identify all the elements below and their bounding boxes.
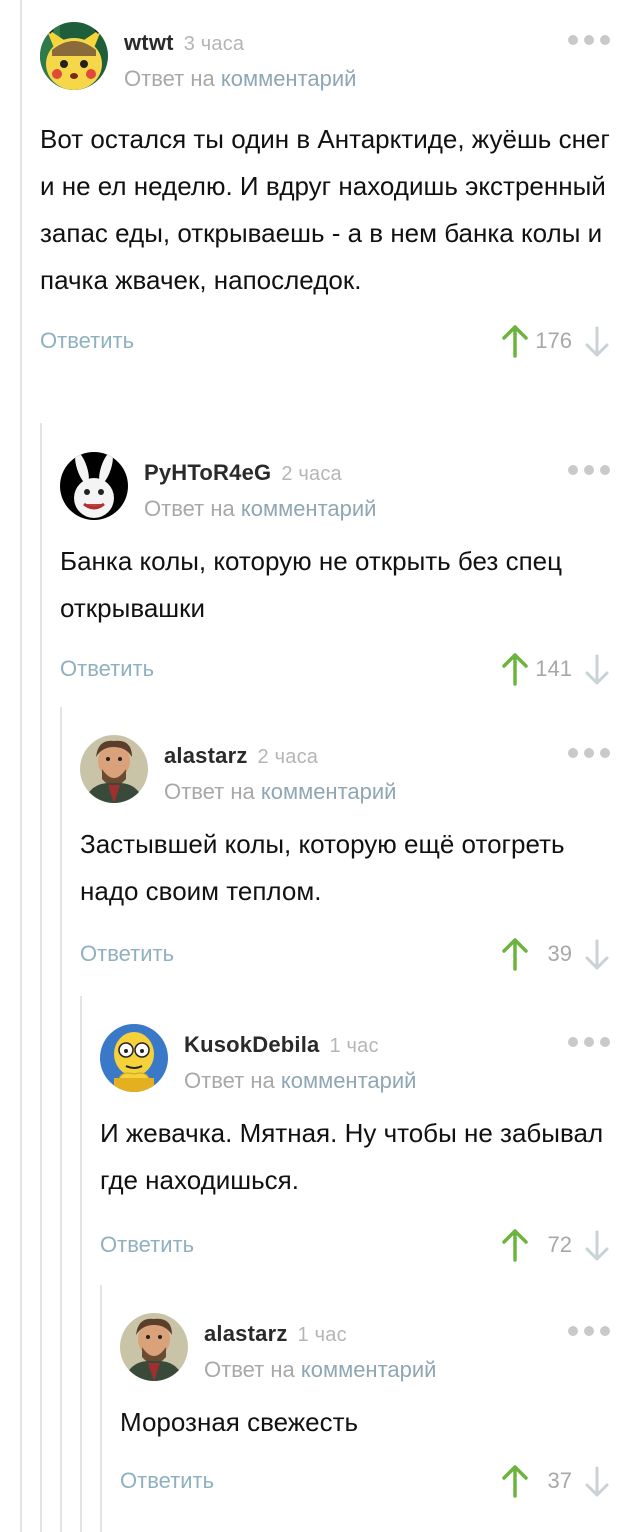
- comment-text: Застывшей колы, которую ещё отогреть над…: [80, 829, 565, 906]
- parent-comment-link[interactable]: комментарий: [221, 66, 357, 91]
- author-name[interactable]: KusokDebila: [184, 1032, 319, 1057]
- thread-line: [80, 996, 82, 1532]
- comment-text: Морозная свежесть: [120, 1407, 359, 1437]
- more-options-icon[interactable]: [568, 1036, 610, 1048]
- rabbid-avatar-icon[interactable]: [60, 452, 128, 520]
- author-name[interactable]: wtwt: [124, 30, 174, 55]
- reply-button[interactable]: Ответить: [60, 656, 154, 682]
- author-name[interactable]: alastarz: [164, 743, 248, 768]
- comment: wtwt 3 часа Ответ на комментарий Вот оста…: [40, 22, 610, 364]
- reply-to: Ответ на комментарий: [164, 779, 397, 804]
- reply-to: Ответ на комментарий: [204, 1357, 437, 1382]
- comment-time: 3 часа: [183, 33, 245, 55]
- parent-comment-link[interactable]: комментарий: [261, 779, 397, 804]
- downvote-arrow-icon[interactable]: [584, 939, 610, 971]
- reply-button[interactable]: Ответить: [100, 1232, 194, 1258]
- portrait-avatar-icon[interactable]: [120, 1313, 188, 1381]
- comment-rating: 72: [547, 1232, 572, 1257]
- comment-rating: 37: [547, 1468, 572, 1493]
- portrait-avatar-icon[interactable]: [80, 735, 148, 803]
- thread-line: [100, 1285, 102, 1532]
- thread-line: [20, 0, 22, 1532]
- parent-comment-link[interactable]: комментарий: [241, 496, 377, 521]
- comment: alastarz 2 часа Ответ на комментарий Заст…: [80, 735, 610, 977]
- thread-line: [40, 423, 42, 1532]
- reply-to: Ответ на комментарий: [124, 66, 357, 91]
- comment-rating: 39: [547, 941, 572, 966]
- comment: PyHToR4eG 2 часа Ответ на комментарий Бан…: [60, 452, 610, 692]
- more-options-icon[interactable]: [568, 747, 610, 759]
- upvote-arrow-icon[interactable]: [500, 1228, 530, 1262]
- more-options-icon[interactable]: [568, 34, 610, 46]
- author-name[interactable]: alastarz: [204, 1321, 288, 1346]
- comment-text: И жевачка. Мятная. Ну чтобы не забывал г…: [100, 1118, 604, 1195]
- reply-button[interactable]: Ответить: [80, 941, 174, 967]
- parent-comment-link[interactable]: комментарий: [281, 1068, 417, 1093]
- downvote-arrow-icon[interactable]: [584, 1230, 610, 1262]
- comment-rating: 176: [535, 328, 572, 353]
- comment-time: 1 час: [297, 1324, 347, 1346]
- upvote-arrow-icon[interactable]: [500, 937, 530, 971]
- reply-to: Ответ на комментарий: [184, 1068, 417, 1093]
- author-name[interactable]: PyHToR4eG: [144, 460, 271, 485]
- reply-button[interactable]: Ответить: [40, 328, 134, 354]
- upvote-arrow-icon[interactable]: [500, 1464, 530, 1498]
- downvote-arrow-icon[interactable]: [584, 326, 610, 358]
- reply-button[interactable]: Ответить: [120, 1468, 214, 1494]
- comment: alastarz 1 час Ответ на комментарий Мороз…: [120, 1313, 610, 1504]
- comment-time: 2 часа: [257, 746, 319, 768]
- downvote-arrow-icon[interactable]: [584, 1466, 610, 1498]
- parent-comment-link[interactable]: комментарий: [301, 1357, 437, 1382]
- upvote-arrow-icon[interactable]: [500, 324, 530, 358]
- comment-time: 1 час: [329, 1035, 379, 1057]
- more-options-icon[interactable]: [568, 1325, 610, 1337]
- more-options-icon[interactable]: [568, 464, 610, 476]
- cartoon-avatar-icon[interactable]: [100, 1024, 168, 1092]
- thread-line: [60, 707, 62, 1532]
- comment-time: 2 часа: [281, 463, 342, 485]
- reply-to: Ответ на комментарий: [144, 496, 377, 521]
- downvote-arrow-icon[interactable]: [584, 654, 610, 686]
- comment: KusokDebila 1 час Ответ на комментарий И …: [100, 1024, 610, 1268]
- pikachu-avatar-icon[interactable]: [40, 22, 108, 90]
- comment-text: Банка колы, которую не открыть без спец …: [60, 546, 562, 623]
- comment-rating: 141: [535, 656, 572, 681]
- comment-text: Вот остался ты один в Антарктиде, жуёшь …: [40, 124, 610, 295]
- upvote-arrow-icon[interactable]: [500, 652, 530, 686]
